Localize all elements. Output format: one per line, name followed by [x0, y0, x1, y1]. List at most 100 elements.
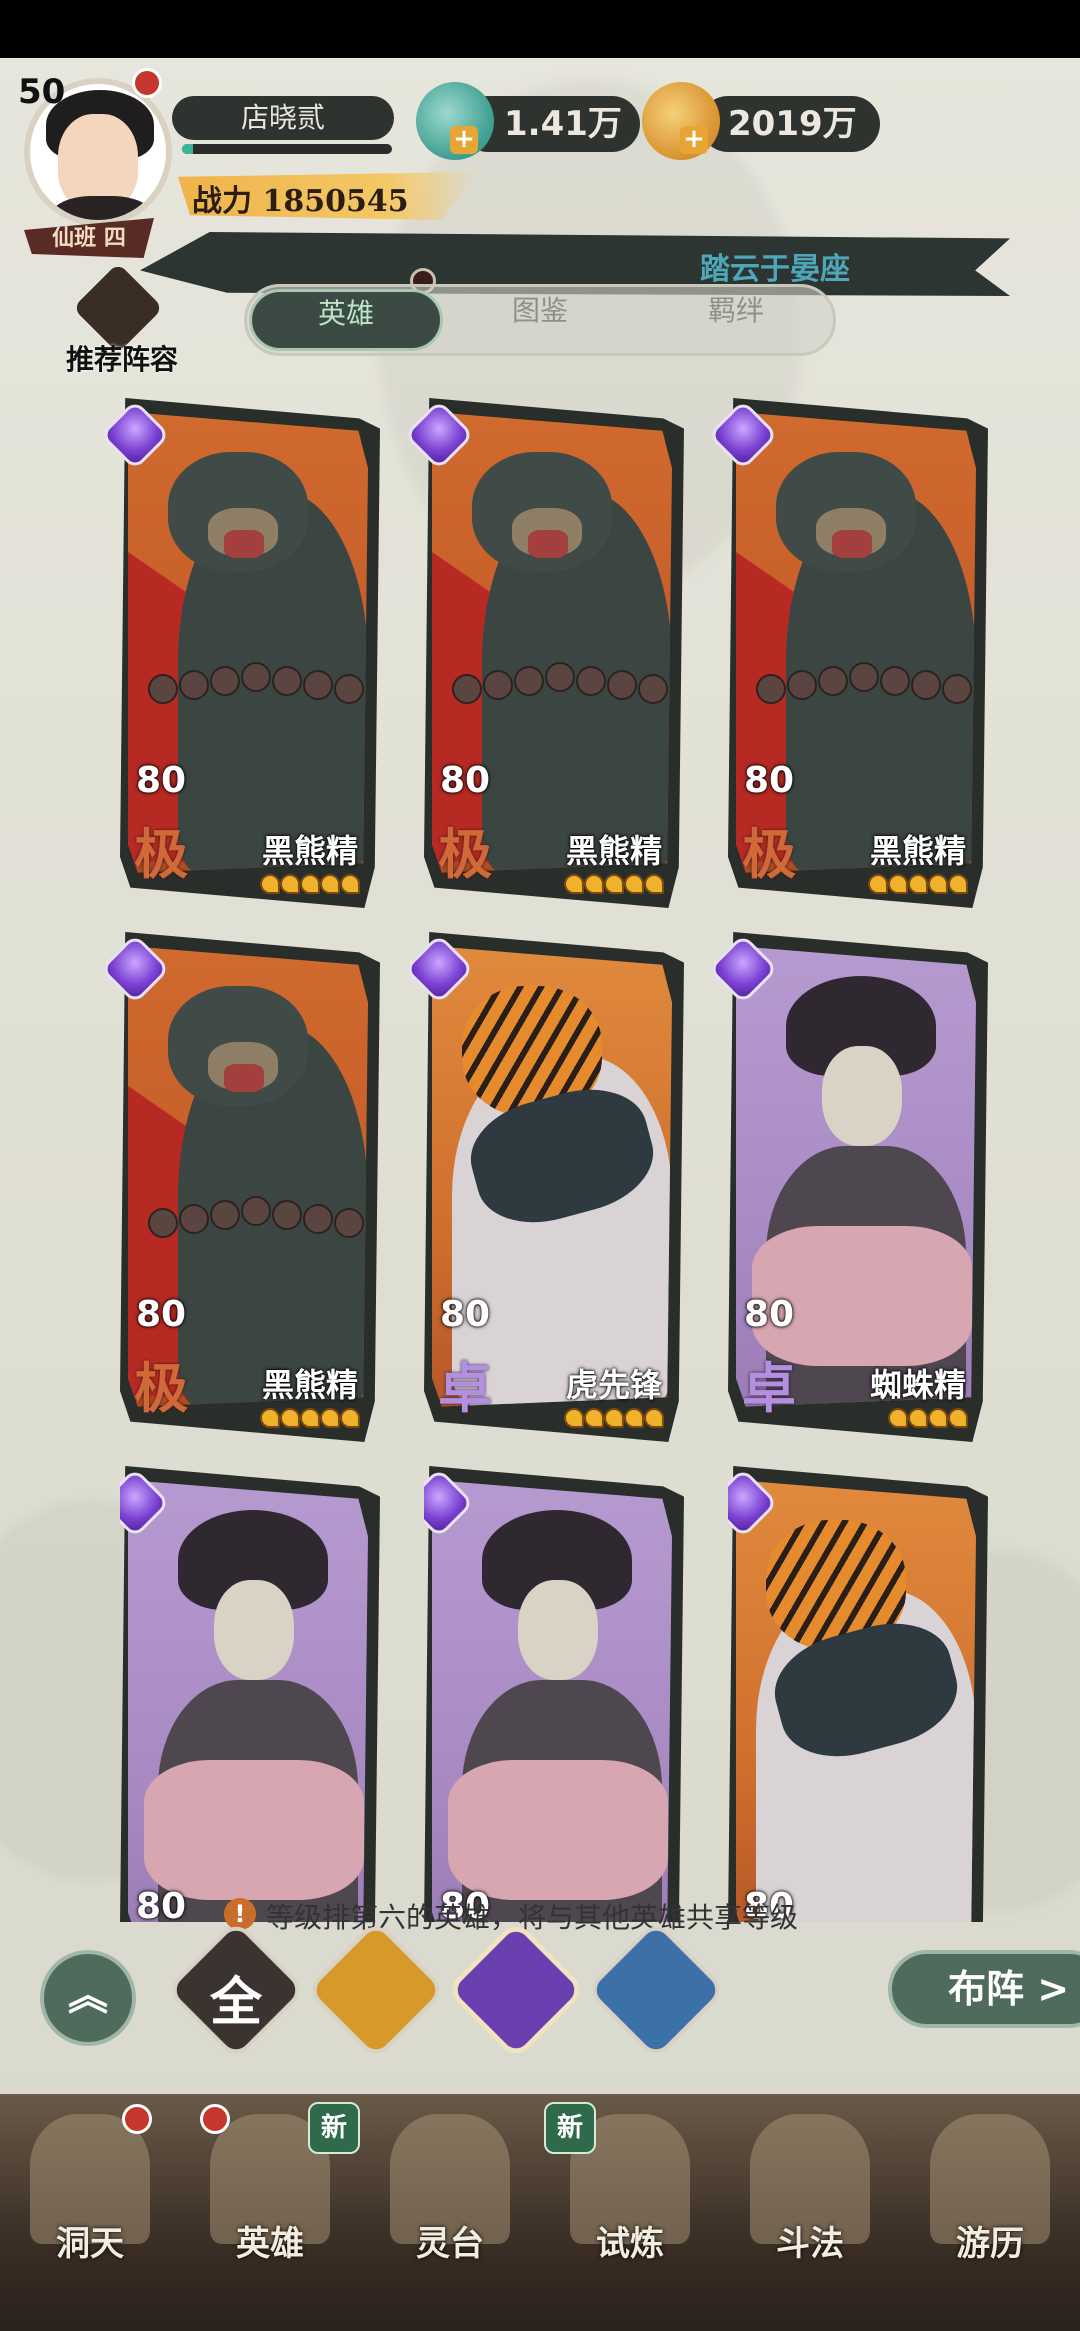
- prayer-bead: [756, 674, 786, 704]
- hero-level: 80: [744, 1294, 795, 1335]
- coin-resource[interactable]: 2019万: [700, 96, 880, 152]
- spider-sleeve: [448, 1760, 668, 1900]
- prayer-bead: [148, 674, 178, 704]
- bear-mouth: [224, 1064, 264, 1092]
- nav-item[interactable]: 新 试炼: [540, 2094, 720, 2331]
- add-coin-icon[interactable]: +: [680, 126, 708, 154]
- prayer-bead: [607, 670, 637, 700]
- blue-fox-filter-icon[interactable]: [585, 1919, 727, 2061]
- prayer-bead: [787, 670, 817, 700]
- star-icon: [868, 874, 888, 894]
- prayer-bead: [179, 670, 209, 700]
- hero-grade: 卓: [742, 1356, 796, 1420]
- prayer-bead: [303, 670, 333, 700]
- prayer-beads: [148, 1196, 368, 1238]
- prayer-beads: [148, 662, 368, 704]
- star-icon: [644, 1408, 664, 1428]
- hero-stars: [554, 1408, 664, 1432]
- prayer-bead: [638, 674, 668, 704]
- hero-grade: 卓: [438, 1356, 492, 1420]
- tab-codex[interactable]: 图鉴: [443, 289, 637, 351]
- nav-item[interactable]: 游历: [900, 2094, 1080, 2331]
- power-value: 1850545: [262, 184, 409, 219]
- purple-gem-filter-icon[interactable]: [445, 1919, 587, 2061]
- star-icon: [340, 1408, 360, 1428]
- prayer-bead: [849, 662, 879, 692]
- prayer-bead: [210, 1200, 240, 1230]
- hero-stars: [250, 1408, 360, 1432]
- star-icon: [604, 1408, 624, 1428]
- star-icon: [564, 1408, 584, 1428]
- spider-sleeve: [144, 1760, 364, 1900]
- star-icon: [624, 874, 644, 894]
- recommend-lineup-label[interactable]: 推荐阵容: [66, 338, 178, 378]
- star-icon: [300, 874, 320, 894]
- hero-card[interactable]: 80 极 黑熊精: [707, 398, 988, 908]
- hero-grade: 极: [134, 1356, 188, 1420]
- prayer-bead: [334, 674, 364, 704]
- star-icon: [948, 874, 968, 894]
- star-icon: [928, 1408, 948, 1428]
- nav-label: 灵台: [416, 2224, 484, 2264]
- prayer-bead: [334, 1208, 364, 1238]
- add-jade-icon[interactable]: +: [450, 126, 478, 154]
- star-icon: [624, 1408, 644, 1428]
- new-badge: 新: [308, 2102, 360, 2154]
- star-icon: [644, 874, 664, 894]
- hero-stars: [858, 874, 968, 898]
- prayer-bead: [483, 670, 513, 700]
- nav-label: 洞天: [56, 2224, 124, 2264]
- rank-plate: 仙班 四: [24, 218, 154, 258]
- star-icon: [908, 874, 928, 894]
- prayer-bead: [272, 666, 302, 696]
- spider-face: [214, 1580, 294, 1680]
- player-name[interactable]: 店晓贰: [172, 96, 394, 140]
- prayer-bead: [303, 1204, 333, 1234]
- gold-gourd-filter-icon[interactable]: [305, 1919, 447, 2061]
- hero-card[interactable]: 80 卓 虎先锋: [403, 932, 684, 1442]
- prayer-beads: [452, 662, 672, 704]
- hero-grade: 极: [134, 822, 188, 886]
- star-icon: [584, 874, 604, 894]
- hero-card[interactable]: 80: [120, 1466, 380, 1922]
- power-label: 战力: [192, 184, 252, 219]
- filter-label: 全: [209, 1972, 262, 2033]
- spider-face: [518, 1580, 598, 1680]
- star-icon: [280, 1408, 300, 1428]
- nav-item[interactable]: 新 灵台: [308, 2094, 540, 2331]
- prayer-bead: [272, 1200, 302, 1230]
- card-art: [432, 1480, 672, 1922]
- nav-label: 斗法: [776, 2224, 844, 2264]
- hero-stars: [554, 874, 664, 898]
- hero-level: 80: [136, 1294, 187, 1335]
- tab-heroes[interactable]: 英雄: [249, 289, 443, 351]
- hero-grade: 极: [438, 822, 492, 886]
- formation-button[interactable]: 布阵 >: [888, 1950, 1080, 2028]
- star-icon: [908, 1408, 928, 1428]
- prayer-bead: [452, 674, 482, 704]
- collapse-button[interactable]: ︽: [40, 1950, 136, 2046]
- hero-card[interactable]: 80 极 黑熊精: [403, 398, 684, 908]
- coin-value: 2019万: [728, 104, 857, 144]
- nav-item[interactable]: 洞天: [0, 2094, 180, 2331]
- hero-card[interactable]: 80: [424, 1466, 684, 1922]
- hero-grade: 极: [742, 822, 796, 886]
- notification-dot: [122, 2104, 152, 2134]
- prayer-bead: [545, 662, 575, 692]
- hero-card[interactable]: 80 极 黑熊精: [99, 932, 380, 1442]
- prayer-bead: [818, 666, 848, 696]
- bear-mouth: [832, 530, 872, 558]
- tab-bonds[interactable]: 羁绊: [639, 289, 833, 351]
- nav-label: 英雄: [236, 2224, 304, 2264]
- hero-name: 黑熊精: [261, 832, 358, 870]
- star-icon: [340, 874, 360, 894]
- banner-text: 踏云于晏座: [700, 252, 850, 287]
- hero-card[interactable]: 80: [728, 1466, 988, 1922]
- nav-item[interactable]: 斗法: [720, 2094, 900, 2331]
- exp-bar: [182, 144, 392, 154]
- star-icon: [320, 1408, 340, 1428]
- hero-card[interactable]: 80 极 黑熊精: [99, 398, 380, 908]
- hero-card[interactable]: 80 卓 蜘蛛精: [707, 932, 988, 1442]
- hero-level: 80: [744, 760, 795, 801]
- star-icon: [280, 874, 300, 894]
